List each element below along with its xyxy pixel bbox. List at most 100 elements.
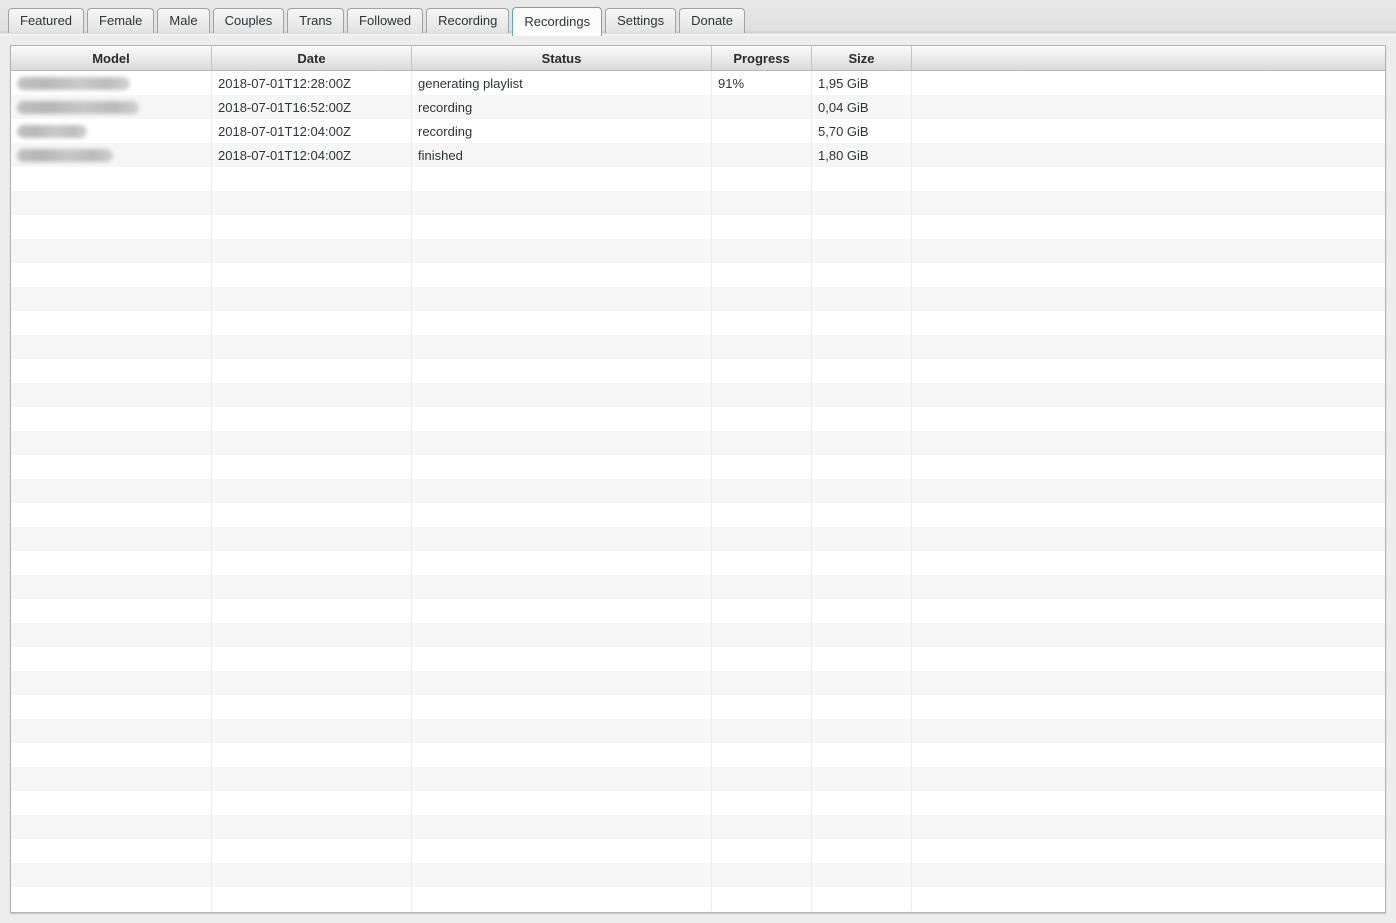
tab-couples[interactable]: Couples: [212, 8, 285, 33]
empty-cell: [812, 287, 912, 311]
empty-cell: [11, 407, 212, 431]
empty-cell: [812, 311, 912, 335]
empty-cell: [212, 311, 412, 335]
empty-cell: [412, 287, 712, 311]
empty-cell: [212, 599, 412, 623]
empty-cell: [212, 719, 412, 743]
empty-cell: [412, 311, 712, 335]
tab-trans[interactable]: Trans: [287, 8, 345, 33]
empty-cell: [912, 359, 1385, 383]
empty-cell: [712, 695, 812, 719]
empty-cell: [412, 335, 712, 359]
empty-cell: [912, 791, 1385, 815]
empty-cell: [912, 167, 1385, 191]
empty-cell: [712, 239, 812, 263]
empty-cell: [812, 191, 912, 215]
tab-recording[interactable]: Recording: [426, 8, 510, 33]
empty-cell: [11, 239, 212, 263]
column-header-status[interactable]: Status: [412, 46, 712, 70]
empty-cell: [412, 551, 712, 575]
empty-cell: [812, 551, 912, 575]
tab-male[interactable]: Male: [157, 8, 210, 33]
empty-cell: [412, 791, 712, 815]
empty-cell: [912, 383, 1385, 407]
empty-cell: [712, 431, 812, 455]
table-row[interactable]: 2018-07-01T12:04:00Z recording 5,70 GiB: [11, 119, 1385, 143]
empty-table-row: [11, 599, 1385, 623]
cell-date: 2018-07-01T12:04:00Z: [212, 119, 412, 143]
empty-cell: [712, 551, 812, 575]
empty-table-row: [11, 167, 1385, 191]
empty-cell: [812, 503, 912, 527]
tab-bar: Featured Female Male Couples Trans Followed Re…: [0, 0, 1396, 36]
empty-cell: [11, 623, 212, 647]
empty-cell: [812, 743, 912, 767]
tab-followed[interactable]: Followed: [347, 8, 424, 33]
column-header-size[interactable]: Size: [812, 46, 912, 70]
tab-female[interactable]: Female: [87, 8, 155, 33]
empty-cell: [11, 383, 212, 407]
empty-cell: [912, 335, 1385, 359]
table-row[interactable]: 2018-07-01T12:04:00Z finished 1,80 GiB: [11, 143, 1385, 167]
empty-cell: [212, 287, 412, 311]
empty-cell: [11, 671, 212, 695]
column-header-model[interactable]: Model: [11, 46, 212, 70]
empty-cell: [712, 791, 812, 815]
cell-progress: [712, 95, 812, 119]
tab-recordings[interactable]: Recordings: [512, 7, 603, 36]
empty-cell: [11, 311, 212, 335]
empty-cell: [212, 191, 412, 215]
cell-date: 2018-07-01T16:52:00Z: [212, 95, 412, 119]
empty-table-row: [11, 719, 1385, 743]
empty-cell: [412, 431, 712, 455]
cell-blank: [912, 95, 1385, 119]
empty-cell: [412, 719, 712, 743]
empty-cell: [712, 887, 812, 911]
empty-cell: [712, 167, 812, 191]
empty-cell: [11, 359, 212, 383]
empty-cell: [712, 575, 812, 599]
empty-cell: [11, 599, 212, 623]
empty-cell: [712, 479, 812, 503]
empty-cell: [212, 263, 412, 287]
empty-cell: [712, 287, 812, 311]
empty-cell: [812, 527, 912, 551]
empty-cell: [212, 167, 412, 191]
table-row[interactable]: 2018-07-01T16:52:00Z recording 0,04 GiB: [11, 95, 1385, 119]
tab-settings[interactable]: Settings: [605, 8, 677, 33]
column-header-blank[interactable]: [912, 46, 1385, 70]
cell-model: [11, 119, 212, 143]
empty-cell: [912, 815, 1385, 839]
empty-cell: [712, 815, 812, 839]
table-row[interactable]: 2018-07-01T12:28:00Z generating playlist 9…: [11, 71, 1385, 95]
empty-cell: [812, 335, 912, 359]
column-header-progress[interactable]: Progress: [712, 46, 812, 70]
empty-cell: [812, 167, 912, 191]
empty-cell: [11, 263, 212, 287]
cell-status: generating playlist: [412, 71, 712, 95]
empty-cell: [812, 671, 912, 695]
cell-status: recording: [412, 95, 712, 119]
empty-cell: [412, 623, 712, 647]
empty-table-row: [11, 479, 1385, 503]
empty-cell: [11, 167, 212, 191]
empty-cell: [412, 479, 712, 503]
empty-cell: [412, 191, 712, 215]
column-header-date[interactable]: Date: [212, 46, 412, 70]
cell-size: 1,95 GiB: [812, 71, 912, 95]
empty-table-row: [11, 695, 1385, 719]
empty-cell: [11, 791, 212, 815]
cell-size: 1,80 GiB: [812, 143, 912, 167]
empty-cell: [212, 623, 412, 647]
empty-cell: [11, 719, 212, 743]
empty-cell: [812, 431, 912, 455]
empty-cell: [412, 575, 712, 599]
empty-cell: [412, 767, 712, 791]
tab-featured[interactable]: Featured: [8, 8, 85, 33]
empty-cell: [712, 647, 812, 671]
tab-donate[interactable]: Donate: [679, 8, 746, 33]
empty-cell: [212, 479, 412, 503]
empty-table-row: [11, 743, 1385, 767]
empty-cell: [912, 191, 1385, 215]
empty-cell: [712, 263, 812, 287]
